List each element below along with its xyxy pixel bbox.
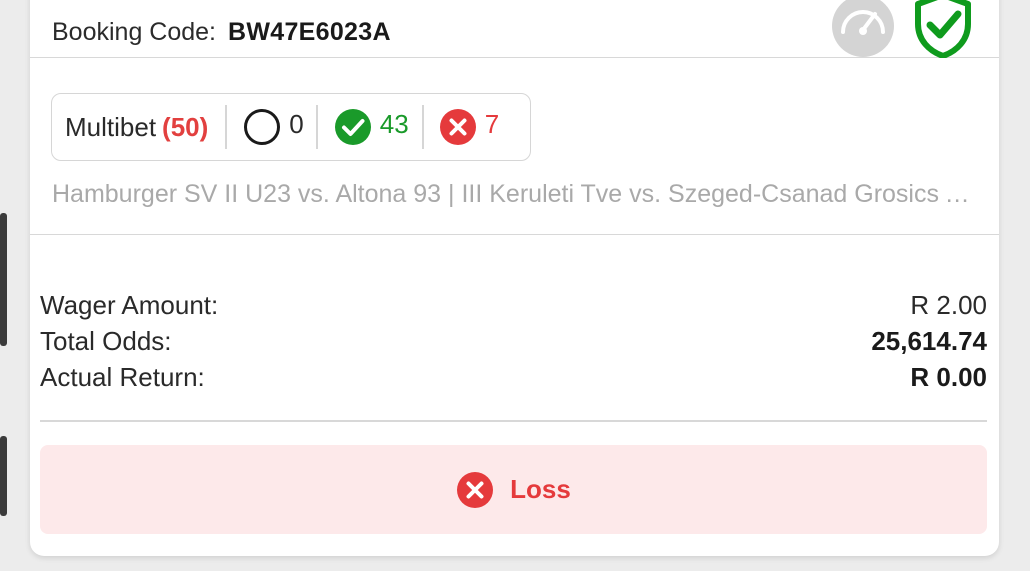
pending-value: 0	[289, 108, 304, 139]
pending-circle-icon	[244, 109, 281, 145]
multibet-label: Multibet (50)	[65, 111, 209, 142]
multibet-total: (50)	[162, 111, 209, 142]
speedometer-icon[interactable]	[831, 0, 895, 58]
lost-value: 7	[484, 108, 500, 139]
return-label: Actual Return:	[40, 362, 205, 392]
result-badge: Loss	[40, 445, 987, 534]
card-header: Booking Code: BW47E6023A	[30, 0, 999, 58]
divider	[315, 105, 318, 149]
x-circle-icon	[457, 471, 494, 508]
multibet-counts: Multibet (50) 0 43 7	[51, 93, 531, 161]
check-circle-icon	[334, 109, 371, 145]
left-edge-strip	[0, 213, 7, 346]
divider	[40, 420, 987, 422]
shield-check-icon[interactable]	[912, 0, 974, 58]
lost-count: 7	[439, 108, 499, 146]
divider	[225, 105, 228, 149]
won-count: 43	[334, 108, 409, 146]
wager-label: Wager Amount:	[40, 290, 219, 320]
selections-section[interactable]: Multibet (50) 0 43 7 Hamburger SV II U23 …	[30, 58, 999, 235]
result-label: Loss	[510, 474, 571, 504]
return-value: R 0.00	[910, 362, 987, 392]
divider	[421, 105, 424, 149]
booking-code-label: Booking Code:	[52, 17, 217, 46]
booking-code-value[interactable]: BW47E6023A	[228, 18, 391, 47]
pending-count: 0	[243, 108, 304, 146]
odds-label: Total Odds:	[40, 326, 172, 356]
odds-value: 25,614.74	[871, 326, 987, 356]
wager-row: Wager Amount: R 2.00	[40, 290, 987, 326]
return-row: Actual Return: R 0.00	[40, 362, 987, 398]
left-edge-strip-lower	[0, 436, 7, 516]
booking-code-row: Booking Code: BW47E6023A	[52, 17, 391, 47]
wager-value: R 2.00	[910, 290, 987, 320]
odds-row: Total Odds: 25,614.74	[40, 326, 987, 362]
x-circle-icon	[439, 109, 476, 145]
matches-summary: Hamburger SV II U23 vs. Altona 93 | III …	[52, 180, 982, 208]
bet-card[interactable]: Booking Code: BW47E6023A Multibet(50) 0	[30, 0, 999, 556]
won-value: 43	[379, 108, 409, 139]
